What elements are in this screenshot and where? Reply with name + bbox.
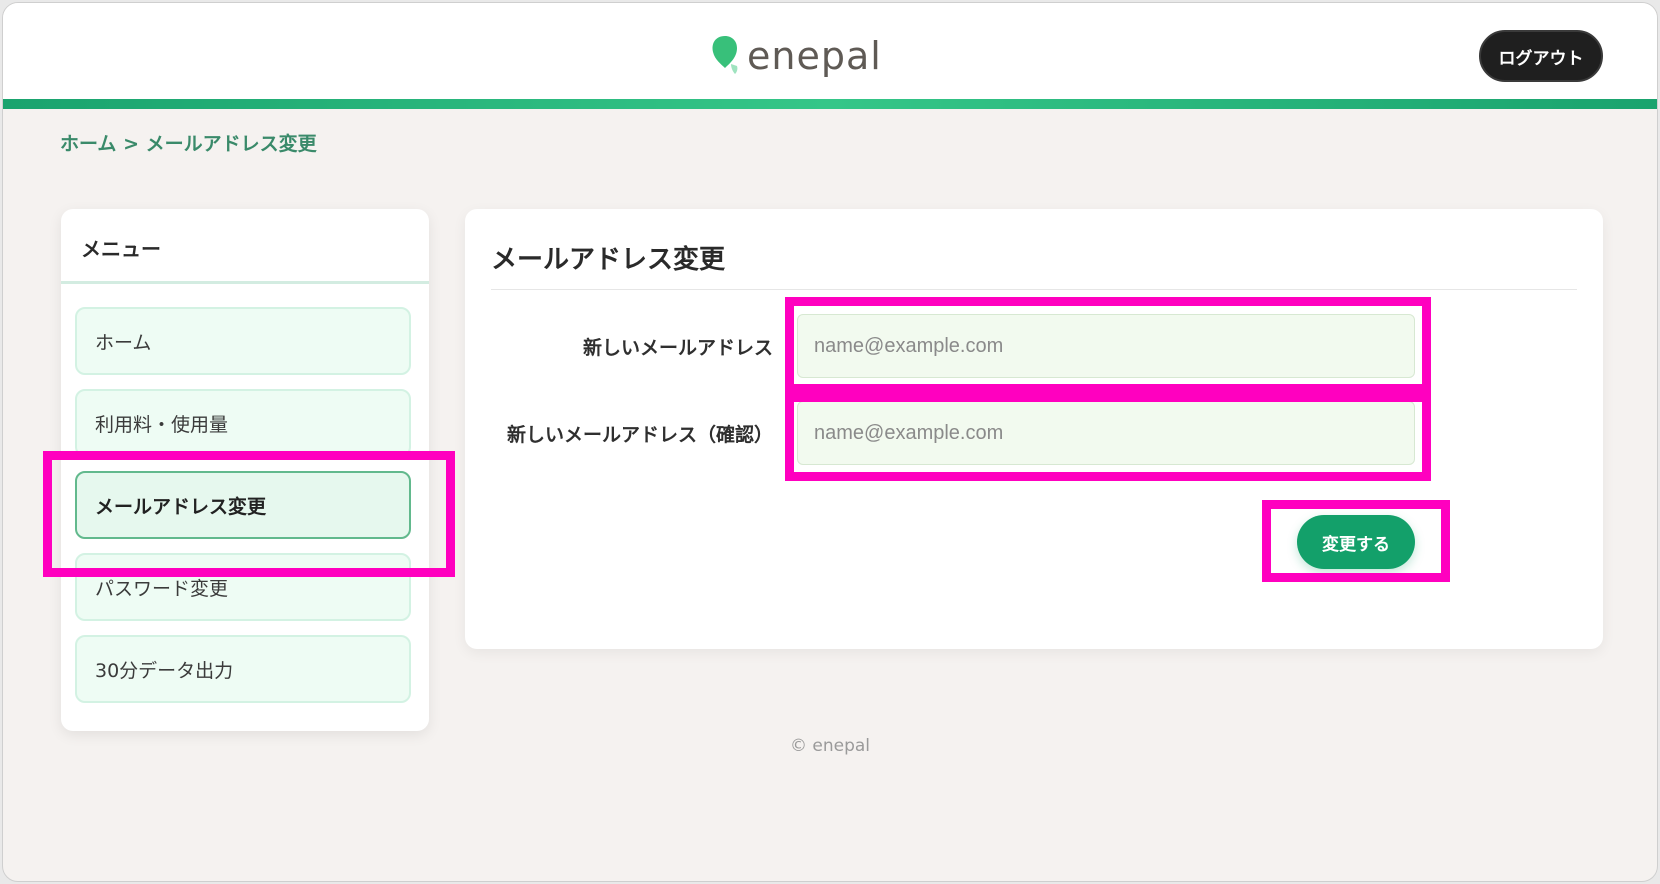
sidebar-item-home[interactable]: ホーム — [75, 307, 411, 375]
email-change-card: メールアドレス変更 新しいメールアドレス 新しいメールアドレス（確認） — [465, 209, 1603, 649]
app-window: enepal ログアウト ホーム > メールアドレス変更 メニュー ホーム 利用… — [2, 2, 1658, 882]
breadcrumb: ホーム > メールアドレス変更 — [60, 129, 317, 156]
breadcrumb-current: メールアドレス変更 — [145, 133, 317, 155]
confirm-email-input[interactable] — [797, 401, 1415, 465]
footer-copyright: © enepal — [789, 736, 871, 756]
sidebar-item-label: メールアドレス変更 — [95, 495, 267, 518]
page-title: メールアドレス変更 — [491, 245, 726, 275]
title-divider — [491, 289, 1577, 290]
enepal-logo[interactable]: enepal — [709, 33, 882, 79]
confirm-email-label: 新しいメールアドレス（確認） — [506, 424, 773, 446]
breadcrumb-separator: > — [123, 133, 139, 155]
sidebar-item-label: ホーム — [95, 331, 152, 354]
logo-text: enepal — [747, 34, 882, 78]
sidebar-item-label: 利用料・使用量 — [95, 413, 229, 436]
breadcrumb-home-link[interactable]: ホーム — [60, 133, 116, 155]
sidebar-item-email-change[interactable]: メールアドレス変更 — [75, 471, 411, 539]
sidebar-item-password-change[interactable]: パスワード変更 — [75, 553, 411, 621]
sidebar-item-label: 30分データ出力 — [95, 659, 234, 682]
sidebar-item-label: パスワード変更 — [95, 577, 229, 600]
submit-change-button[interactable]: 変更する — [1297, 515, 1415, 569]
sidebar-item-usage-fees[interactable]: 利用料・使用量 — [75, 389, 411, 457]
sidebar-item-30min-data-export[interactable]: 30分データ出力 — [75, 635, 411, 703]
new-email-label: 新しいメールアドレス — [582, 337, 773, 359]
site-header: enepal ログアウト — [3, 3, 1657, 99]
header-accent-bar — [3, 99, 1657, 109]
sidebar-divider — [61, 281, 429, 284]
sidebar-title: メニュー — [81, 237, 161, 261]
logout-button[interactable]: ログアウト — [1479, 30, 1603, 82]
new-email-input[interactable] — [797, 314, 1415, 378]
leaf-drop-icon — [712, 36, 738, 74]
sidebar-menu: メニュー ホーム 利用料・使用量 メールアドレス変更 パスワード変更 30分デー… — [61, 209, 429, 731]
